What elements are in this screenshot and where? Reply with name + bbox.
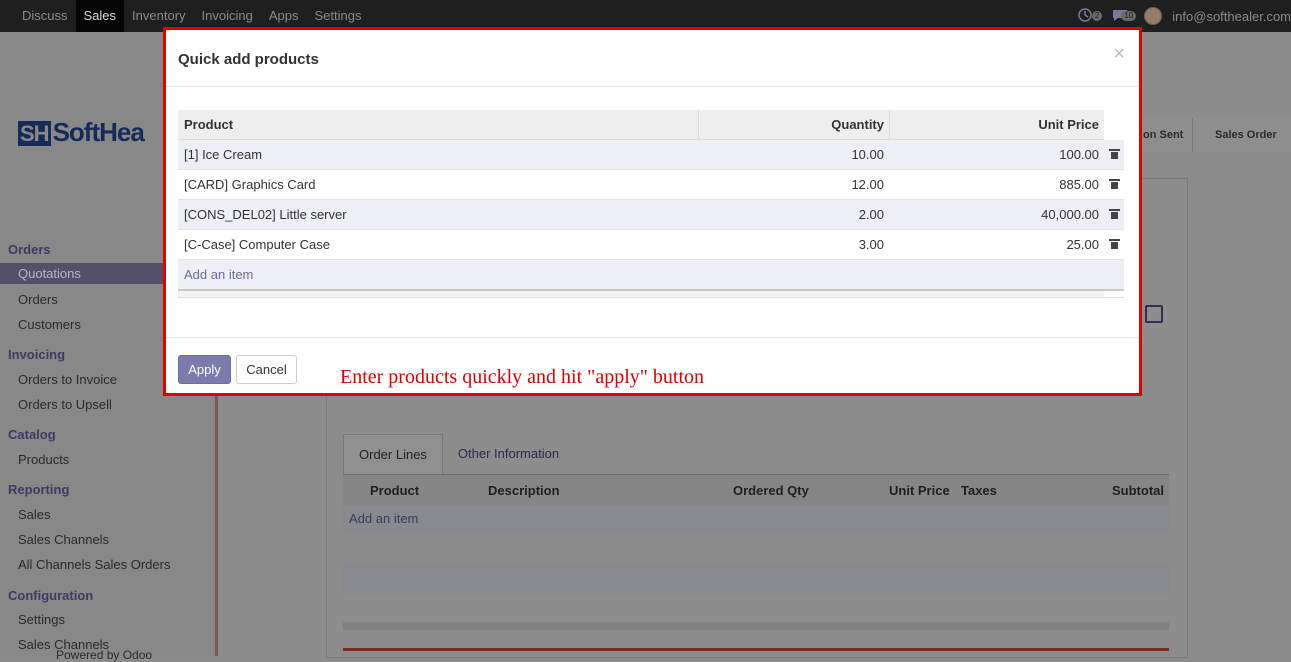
column-divider	[698, 110, 699, 139]
tab-other-information[interactable]: Other Information	[443, 434, 574, 474]
table-row[interactable]: [CARD] Graphics Card 12.00 885.00	[178, 170, 1124, 200]
order-lines-footer	[343, 622, 1169, 630]
status-sales-order[interactable]: Sales Order	[1192, 118, 1291, 152]
sidebar-item-customers[interactable]: Customers	[18, 317, 81, 332]
menu-sales[interactable]: Sales	[75, 0, 125, 32]
sidebar-section-orders: Orders	[8, 242, 51, 257]
row-unit-price[interactable]: 40,000.00	[1041, 200, 1099, 229]
dialog-title: Quick add products	[178, 51, 319, 68]
close-icon[interactable]: ×	[1113, 44, 1125, 64]
row-product[interactable]: [C-Case] Computer Case	[184, 230, 330, 259]
external-link-icon[interactable]	[1145, 305, 1163, 323]
row-quantity[interactable]: 2.00	[859, 200, 884, 229]
trash-icon[interactable]	[1109, 209, 1120, 219]
row-product[interactable]: [1] Ice Cream	[184, 140, 262, 169]
col-taxes[interactable]: Taxes	[961, 483, 997, 498]
row-product[interactable]: [CARD] Graphics Card	[184, 170, 315, 199]
row-unit-price[interactable]: 885.00	[1059, 170, 1099, 199]
row-unit-price[interactable]: 25.00	[1066, 230, 1099, 259]
table-footer	[178, 291, 1124, 298]
add-item-row: Add an item	[178, 260, 1124, 291]
sidebar-section-catalog: Catalog	[8, 427, 56, 442]
col-quantity[interactable]: Quantity	[831, 110, 884, 139]
order-lines-add-row: Add an item	[343, 505, 1169, 533]
col-product[interactable]: Product	[370, 483, 419, 498]
col-description[interactable]: Description	[488, 483, 560, 498]
column-divider	[889, 110, 890, 139]
col-subtotal[interactable]: Subtotal	[1112, 483, 1164, 498]
sidebar-section-reporting: Reporting	[8, 482, 70, 497]
sidebar-item-orders-to-invoice[interactable]: Orders to Invoice	[18, 372, 117, 387]
row-unit-price[interactable]: 100.00	[1059, 140, 1099, 169]
add-item-link[interactable]: Add an item	[184, 260, 253, 289]
form-tabs: Order Lines Other Information	[343, 434, 574, 474]
sidebar-item-sales[interactable]: Sales	[18, 507, 51, 522]
menu-discuss[interactable]: Discuss	[14, 0, 76, 32]
row-quantity[interactable]: 10.00	[851, 140, 884, 169]
order-lines-accent	[343, 648, 1169, 651]
row-quantity[interactable]: 3.00	[859, 230, 884, 259]
sidebar-item-orders-to-upsell[interactable]: Orders to Upsell	[18, 397, 112, 412]
trash-icon[interactable]	[1109, 179, 1120, 189]
dialog-footer: Apply Cancel Enter products quickly and …	[166, 337, 1139, 394]
col-unit-price[interactable]: Unit Price	[889, 483, 950, 498]
cancel-button[interactable]: Cancel	[236, 355, 297, 384]
order-lines-header: Product Description Ordered Qty Unit Pri…	[343, 474, 1169, 506]
sidebar-item-all-channels-sales-orders[interactable]: All Channels Sales Orders	[18, 557, 170, 572]
company-logo: SH SoftHea	[18, 117, 145, 147]
quick-add-table: Product Quantity Unit Price [1] Ice Crea…	[178, 110, 1124, 298]
col-product[interactable]: Product	[184, 110, 233, 139]
sidebar-item-products[interactable]: Products	[18, 452, 69, 467]
sidebar-section-invoicing: Invoicing	[8, 347, 66, 362]
table-row[interactable]: [C-Case] Computer Case 3.00 25.00	[178, 230, 1124, 260]
col-unit-price[interactable]: Unit Price	[1038, 110, 1099, 139]
apply-button[interactable]: Apply	[178, 355, 231, 384]
order-lines-add-item[interactable]: Add an item	[349, 511, 418, 526]
dialog-header: Quick add products ×	[166, 30, 1139, 87]
activity-badge: 2	[1091, 11, 1103, 21]
messages-badge: 10	[1121, 11, 1137, 21]
row-product[interactable]: [CONS_DEL02] Little server	[184, 200, 347, 229]
logo-mark-icon: SH	[18, 121, 51, 146]
messages-icon[interactable]: 10	[1112, 8, 1137, 24]
sidebar-section-configuration: Configuration	[8, 588, 94, 603]
annotation-text: Enter products quickly and hit "apply" b…	[340, 366, 705, 388]
row-quantity[interactable]: 12.00	[851, 170, 884, 199]
user-avatar[interactable]	[1144, 7, 1163, 25]
sidebar-item-settings[interactable]: Settings	[18, 612, 65, 627]
quick-add-table-header: Product Quantity Unit Price	[178, 110, 1104, 140]
sidebar-item-orders[interactable]: Orders	[18, 292, 58, 307]
sidebar-item-quotations[interactable]: Quotations	[0, 263, 180, 284]
user-email[interactable]: info@softhealer.com	[1172, 9, 1291, 24]
col-ordered-qty[interactable]: Ordered Qty	[733, 483, 809, 498]
order-lines-empty-row	[343, 563, 1169, 593]
powered-by: Powered by Odoo	[56, 648, 153, 662]
table-row[interactable]: [1] Ice Cream 10.00 100.00	[178, 140, 1124, 170]
tab-order-lines[interactable]: Order Lines	[343, 434, 443, 474]
table-row[interactable]: [CONS_DEL02] Little server 2.00 40,000.0…	[178, 200, 1124, 230]
sidebar-item-sales-channels[interactable]: Sales Channels	[18, 532, 109, 547]
trash-icon[interactable]	[1109, 239, 1120, 249]
quick-add-products-dialog: Quick add products × Product Quantity Un…	[163, 27, 1142, 396]
trash-icon[interactable]	[1109, 149, 1120, 159]
activity-icon[interactable]: 2	[1078, 8, 1103, 24]
